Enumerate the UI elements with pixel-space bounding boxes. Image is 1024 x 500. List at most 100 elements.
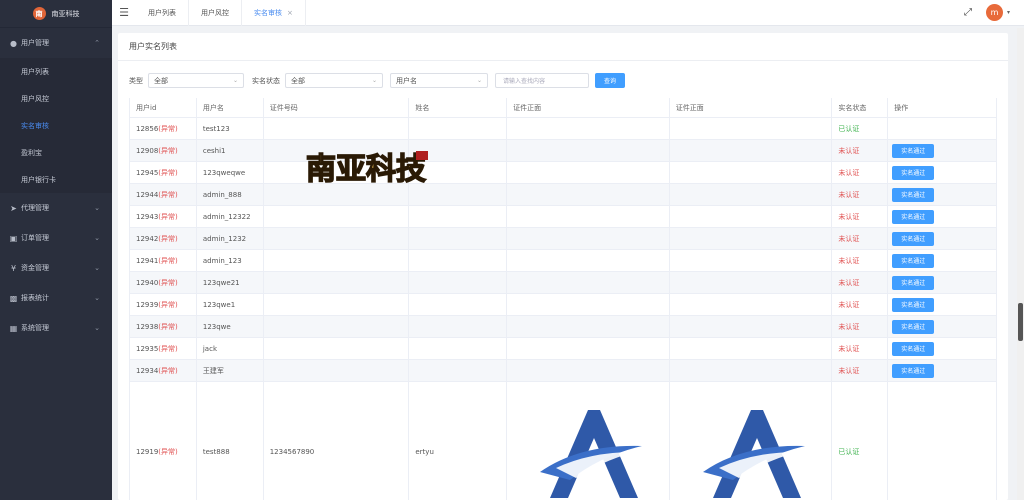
cell-id-front [507,338,670,359]
type-select[interactable]: 全部 ⌄ [148,73,244,88]
cell-action [888,382,996,500]
cell-action: 实名通过 [888,316,996,337]
cell-real-name [409,316,508,337]
user-id: 12935 [136,344,159,353]
scrollbar[interactable] [1017,28,1024,500]
field-select[interactable]: 用户名 ⌄ [390,73,488,88]
cell-status: 未认证 [832,294,889,315]
table-body: 12856 (异常) test123 已认证 12908 (异常) ceshi1 未认证 实名通… [130,118,996,500]
cell-id-number [264,272,410,293]
approve-verification-button[interactable]: 实名通过 [892,143,935,158]
brand-logo-icon: 南 [32,7,46,20]
cell-id-number [264,316,410,337]
cell-id-front [507,140,670,161]
chevron-down-icon: ⌄ [94,264,100,272]
sidebar-item-user-risk[interactable]: 用户风控 [0,85,112,112]
tab-user-list[interactable]: 用户列表 [136,0,189,26]
cell-id-front [507,162,670,183]
tab-label: 用户列表 [148,8,176,17]
approve-verification-button[interactable]: 实名通过 [892,297,935,312]
status-badge: 未认证 [838,344,860,353]
cell-status: 未认证 [832,228,889,249]
status-badge: 未认证 [838,168,860,177]
approve-verification-button[interactable]: 实名通过 [892,341,935,356]
cell-id-front [507,294,670,315]
scrollbar-thumb[interactable] [1018,303,1023,341]
cell-id-back [670,250,833,271]
brand[interactable]: 南 南亚科技 [0,0,112,28]
cell-user-id: 12919 (异常) [130,382,197,500]
menu-group-user[interactable]: ● 用户管理 ⌃ [0,28,112,58]
menu-group-system[interactable]: ▦ 系统管理 ⌄ [0,313,112,343]
cell-id-back [670,206,833,227]
approve-verification-button[interactable]: 实名通过 [892,187,935,202]
abnormal-tag: (异常) [158,146,178,155]
type-label: 类型 [129,76,143,85]
cell-username: test123 [197,118,264,139]
approve-verification-button[interactable]: 实名通过 [892,253,935,268]
menu-group-order[interactable]: ▣ 订单管理 ⌄ [0,223,112,253]
menu-group-agent[interactable]: ➤ 代理管理 ⌄ [0,193,112,223]
yen-icon: ¥ [10,263,17,273]
approve-verification-button[interactable]: 实名通过 [892,363,935,378]
cell-user-id: 12908 (异常) [130,140,197,161]
approve-verification-button[interactable]: 实名通过 [892,165,935,180]
cell-status: 未认证 [832,184,889,205]
menu-group-label: 系统管理 [21,324,49,332]
approve-verification-button[interactable]: 实名通过 [892,319,935,334]
chevron-down-icon: ⌄ [94,324,100,332]
table-row: 12935 (异常) jack 未认证 实名通过 [130,338,996,360]
abnormal-tag: (异常) [158,344,178,353]
tab-verification[interactable]: 实名审核 × [242,0,306,26]
table-row: 12856 (异常) test123 已认证 [130,118,996,140]
user-id: 12934 [136,366,159,375]
menu-group-label: 代理管理 [21,204,49,212]
table-row: 12942 (异常) admin_1232 未认证 实名通过 [130,228,996,250]
approve-verification-button[interactable]: 实名通过 [892,231,935,246]
abnormal-tag: (异常) [158,256,178,265]
select-value: 全部 [154,76,168,85]
cell-user-id: 12944 (异常) [130,184,197,205]
query-button[interactable]: 查询 [595,73,625,88]
id-image-logo-icon [702,409,805,498]
cell-status: 未认证 [832,272,889,293]
approve-verification-button[interactable]: 实名通过 [892,209,935,224]
cell-id-back[interactable] [670,382,833,500]
cell-status: 未认证 [832,162,889,183]
cell-id-number [264,206,410,227]
status-badge: 未认证 [838,322,860,331]
cell-username: ceshi1 [197,140,264,161]
cell-status: 已认证 [832,118,889,139]
menu-group-report[interactable]: ▩ 报表统计 ⌄ [0,283,112,313]
cell-status: 未认证 [832,338,889,359]
cell-action: 实名通过 [888,184,996,205]
caret-down-icon[interactable]: ▾ [1007,9,1010,16]
cell-user-id: 12940 (异常) [130,272,197,293]
order-icon: ▣ [9,233,18,243]
cell-action: 实名通过 [888,162,996,183]
menu-group-label: 报表统计 [21,294,49,302]
cell-id-number [264,228,410,249]
cell-status: 未认证 [832,360,889,381]
sidebar-item-profit[interactable]: 盈利宝 [0,139,112,166]
status-select[interactable]: 全部 ⌄ [285,73,383,88]
menu-toggle-icon[interactable]: ☰ [112,0,136,26]
cell-username: 123qwe1 [197,294,264,315]
sidebar-item-verification[interactable]: 实名审核 [0,112,112,139]
cell-real-name [409,294,508,315]
cell-id-number [264,338,410,359]
sidebar-item-bank-card[interactable]: 用户银行卡 [0,166,112,193]
status-badge: 未认证 [838,300,860,309]
sidebar-item-user-list[interactable]: 用户列表 [0,58,112,85]
user-id: 12942 [136,234,159,243]
tab-user-risk[interactable]: 用户风控 [189,0,242,26]
fullscreen-icon[interactable]: ⤢ [964,7,972,18]
cell-id-front[interactable] [507,382,670,500]
table-row: 12939 (异常) 123qwe1 未认证 实名通过 [130,294,996,316]
approve-verification-button[interactable]: 实名通过 [892,275,935,290]
close-icon[interactable]: × [287,9,293,17]
avatar[interactable]: m [985,4,1003,21]
cell-user-id: 12942 (异常) [130,228,197,249]
menu-group-funds[interactable]: ¥ 资金管理 ⌄ [0,253,112,283]
search-input[interactable]: 请输入查找内容 [495,73,589,88]
